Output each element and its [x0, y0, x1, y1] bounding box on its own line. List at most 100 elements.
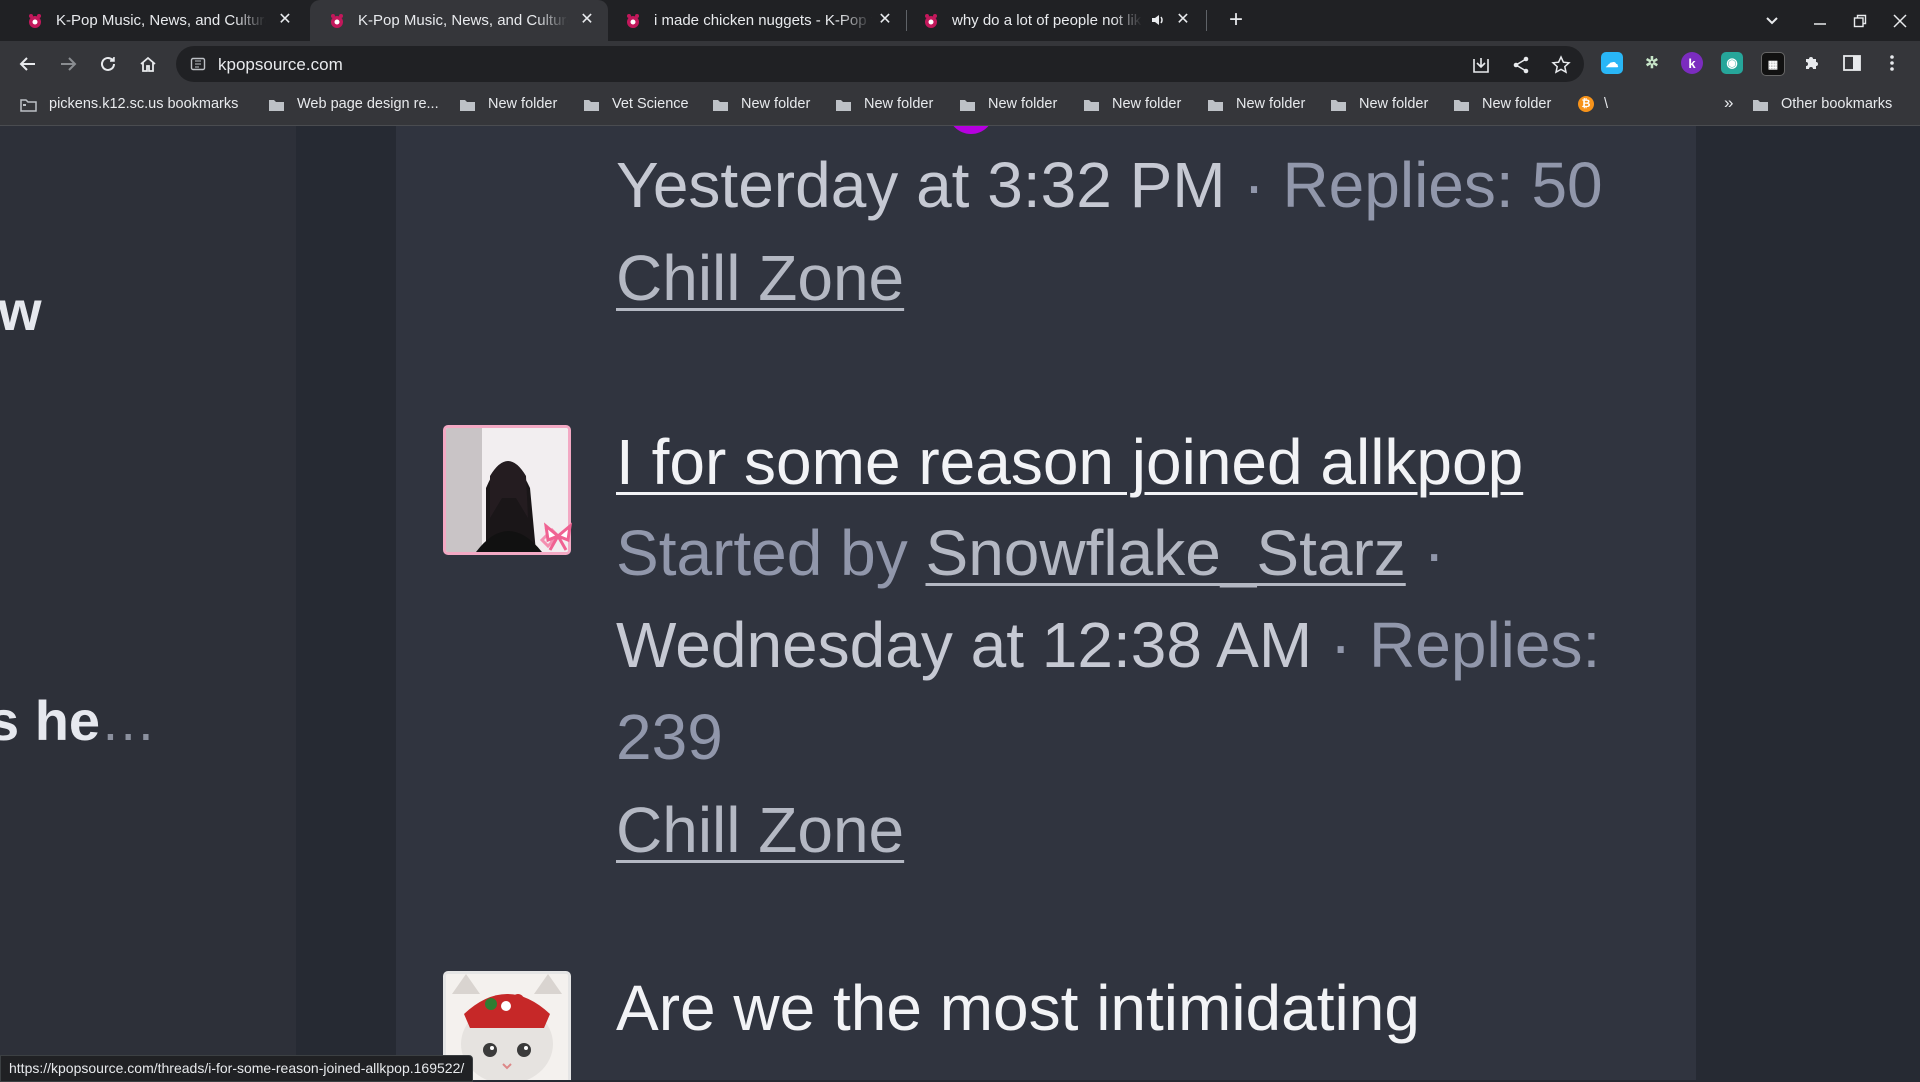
thread-meta-line: Wednesday at 12:38 AM · Replies: [616, 608, 1600, 682]
browser-toolbar: kpopsource.com ☁ ✲ k ◉ ▦ [0, 41, 1920, 86]
ellipsis: … [100, 689, 157, 752]
tab-2-active[interactable]: K-Pop Music, News, and Culture ✕ [310, 0, 608, 41]
bug-extension-icon[interactable]: ✲ [1641, 52, 1663, 74]
bookmark-folder[interactable]: New folder [712, 96, 810, 112]
bookmark-folder[interactable]: Web page design re... [268, 96, 439, 112]
menu-kebab-icon[interactable] [1881, 52, 1903, 74]
bookmark-folder[interactable]: New folder [1207, 96, 1305, 112]
address-bar[interactable]: kpopsource.com [176, 46, 1584, 82]
close-tab-icon[interactable]: ✕ [1174, 11, 1192, 29]
fragment-text: s he [0, 689, 101, 752]
meta-separator: · [1329, 609, 1352, 681]
thread-title-link[interactable]: I for some reason joined allkpop [616, 426, 1523, 498]
reload-button[interactable] [93, 49, 123, 79]
bookmark-label: pickens.k12.sc.us bookmarks [49, 96, 239, 112]
speaker-audio-icon[interactable] [1150, 12, 1166, 32]
bookmark-label: New folder [988, 96, 1058, 112]
side-panel-icon[interactable] [1841, 52, 1863, 74]
bookmark-label: New folder [1236, 96, 1306, 112]
forum-link[interactable]: Chill Zone [616, 794, 904, 866]
bookmark-label: New folder [488, 96, 558, 112]
thread-forum-line: Chill Zone [616, 241, 904, 315]
tab-1[interactable]: K-Pop Music, News, and Culture ✕ [0, 0, 306, 41]
kpop-favicon-icon [26, 12, 44, 30]
minimize-icon[interactable] [1800, 0, 1840, 41]
extensions-puzzle-icon[interactable] [1801, 52, 1823, 74]
folder-icon [268, 98, 285, 111]
ribbon-bow-icon [540, 518, 576, 559]
restore-icon[interactable] [1840, 0, 1880, 41]
tab-title: i made chicken nuggets - K-Pop f [654, 12, 872, 29]
bookmarks-overflow-button[interactable]: » [1724, 93, 1733, 113]
thread-replies-count: 239 [616, 701, 723, 773]
thread-forum-line: Chill Zone [616, 793, 904, 867]
new-tab-button[interactable]: + [1222, 6, 1250, 34]
thread-title-link[interactable]: Are we the most intimidating [616, 972, 1420, 1044]
home-button[interactable] [133, 49, 163, 79]
tab-strip: K-Pop Music, News, and Culture ✕ K-Pop M… [0, 0, 1920, 41]
bookmark-folder[interactable]: New folder [1083, 96, 1181, 112]
bookmark-label: Vet Science [612, 96, 689, 112]
folder-icon [1083, 98, 1100, 111]
folder-icon [459, 98, 476, 111]
bookmark-folder[interactable]: pickens.k12.sc.us bookmarks [20, 96, 238, 112]
bookmarks-bar: pickens.k12.sc.us bookmarks Web page des… [0, 86, 1920, 126]
bookmark-bitcoin[interactable]: ₿ \ [1578, 96, 1608, 112]
tab-separator [1206, 10, 1207, 31]
tab-search-chevron-icon[interactable] [1752, 0, 1792, 41]
forward-button[interactable] [53, 49, 83, 79]
bookmark-label: New folder [1112, 96, 1182, 112]
close-tab-icon[interactable]: ✕ [876, 11, 894, 29]
thread-time[interactable]: Yesterday at 3:32 PM [616, 149, 1226, 221]
site-info-icon[interactable] [190, 56, 206, 77]
thread-replies: Replies: 50 [1282, 149, 1603, 221]
started-by-label: Started by [616, 517, 908, 589]
kpop-favicon-icon [328, 12, 346, 30]
close-tab-icon[interactable]: ✕ [276, 11, 294, 29]
other-bookmarks[interactable]: Other bookmarks [1752, 96, 1892, 112]
bookmark-folder[interactable]: New folder [459, 96, 557, 112]
close-tab-icon[interactable]: ✕ [578, 11, 596, 29]
close-window-icon[interactable] [1880, 0, 1920, 41]
gutter [296, 126, 396, 1080]
back-button[interactable] [13, 49, 43, 79]
overflow-chevron-icon: » [1724, 93, 1734, 112]
folder-icon [1207, 98, 1224, 111]
k-extension-icon[interactable]: k [1681, 52, 1703, 74]
tab-3[interactable]: i made chicken nuggets - K-Pop f ✕ [610, 0, 906, 41]
bookmark-folder[interactable]: New folder [1330, 96, 1428, 112]
url-text[interactable]: kpopsource.com [218, 55, 343, 75]
cloud-extension-icon[interactable]: ☁ [1601, 52, 1623, 74]
bookmark-folder[interactable]: New folder [1453, 96, 1551, 112]
photo-extension-icon[interactable]: ◉ [1721, 52, 1743, 74]
bookmark-label: Web page design re... [297, 96, 439, 112]
link-status-bar: https://kpopsource.com/threads/i-for-som… [0, 1055, 474, 1082]
bitcoin-icon: ₿ [1578, 96, 1594, 112]
kpop-favicon-icon [624, 12, 642, 30]
bookmark-folder[interactable]: Vet Science [583, 96, 689, 112]
forum-link[interactable]: Chill Zone [616, 242, 904, 314]
folder-icon [959, 98, 976, 111]
bookmark-star-icon[interactable] [1549, 53, 1573, 77]
thread-title-line: I for some reason joined allkpop [616, 425, 1523, 499]
bookmark-folder[interactable]: New folder [835, 96, 933, 112]
install-app-icon[interactable] [1469, 53, 1493, 77]
kpop-favicon-icon [922, 12, 940, 30]
folder-icon [1453, 98, 1470, 111]
bookmark-label: New folder [864, 96, 934, 112]
page-content: w s he… Yesterday at 3:32 PM · Replies: … [0, 126, 1920, 1080]
left-column: w s he… [0, 126, 296, 1080]
tab-title: K-Pop Music, News, and Culture [358, 12, 568, 29]
bookmark-label: New folder [741, 96, 811, 112]
author-link[interactable]: Snowflake_Starz [926, 517, 1406, 589]
right-gutter [1696, 126, 1920, 1080]
share-icon[interactable] [1509, 53, 1533, 77]
thread-replies-label: Replies: [1369, 609, 1601, 681]
thread-time[interactable]: Wednesday at 12:38 AM [616, 609, 1312, 681]
bookmark-label: New folder [1359, 96, 1429, 112]
qr-extension-icon[interactable]: ▦ [1761, 52, 1785, 76]
folder-icon [1330, 98, 1347, 111]
meta-separator: · [1243, 149, 1265, 221]
bookmark-folder[interactable]: New folder [959, 96, 1057, 112]
tab-4[interactable]: why do a lot of people not lik ✕ [908, 0, 1204, 41]
